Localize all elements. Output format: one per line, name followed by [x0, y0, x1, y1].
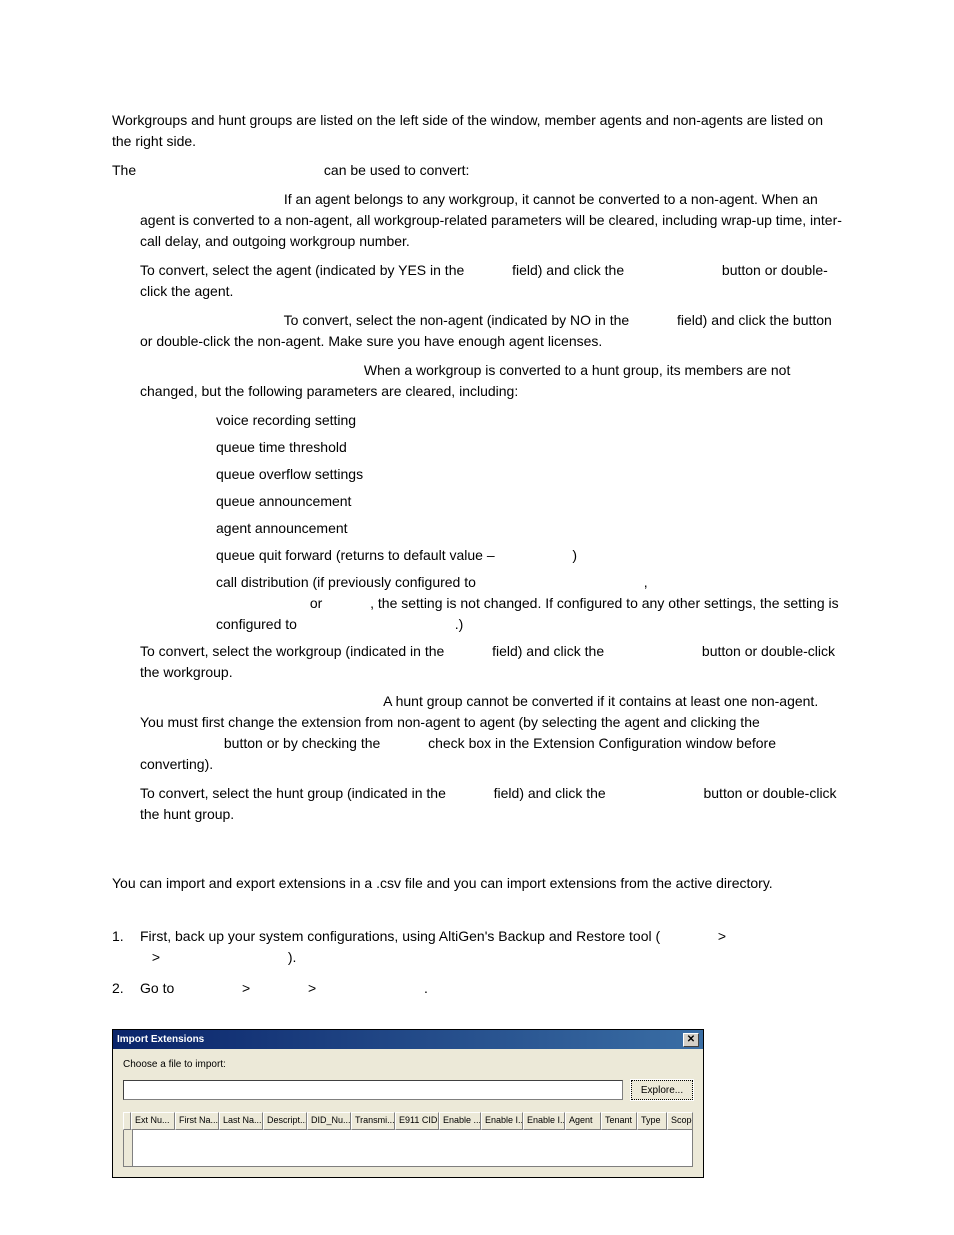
text: call distribution (if previously configu… [216, 574, 480, 590]
col-first-name[interactable]: First Na... [175, 1112, 219, 1130]
text: button or by checking the [224, 735, 384, 751]
paragraph: To convert, select the workgroup (indica… [140, 641, 842, 683]
paragraph: To convert, select the hunt group (indic… [140, 783, 842, 825]
text: ) [572, 547, 577, 563]
text: queue quit forward (returns to default v… [216, 547, 499, 563]
text: field) and click the [512, 262, 628, 278]
text: When a workgroup is converted to a hunt … [140, 362, 790, 399]
text: To convert, select the workgroup (indica… [140, 643, 448, 659]
col-enable-3[interactable]: Enable I... [523, 1112, 565, 1130]
text: Go to [140, 980, 178, 996]
col-e911-cid[interactable]: E911 CID [395, 1112, 439, 1130]
list-item: queue quit forward (returns to default v… [216, 545, 842, 566]
list-number: 2. [112, 978, 140, 999]
choose-file-label: Choose a file to import: [123, 1057, 693, 1072]
col-enable-2[interactable]: Enable I... [481, 1112, 523, 1130]
text: . [424, 980, 428, 996]
text: First, back up your system configuration… [140, 928, 660, 944]
paragraph: A hunt group cannot be converted if it c… [140, 691, 842, 775]
paragraph: You can import and export extensions in … [112, 873, 842, 894]
text: > [242, 980, 254, 996]
list-item: queue time threshold [216, 437, 842, 458]
col-scope[interactable]: Scope [667, 1112, 693, 1130]
bullet-list: voice recording setting queue time thres… [216, 410, 842, 635]
paragraph: To convert, select the non-agent (indica… [140, 310, 842, 352]
table-body[interactable] [123, 1130, 693, 1167]
text: > [308, 980, 320, 996]
file-path-input[interactable] [123, 1080, 623, 1100]
list-item: queue overflow settings [216, 464, 842, 485]
paragraph: If an agent belongs to any workgroup, it… [140, 189, 842, 252]
import-extensions-dialog: Import Extensions ✕ Choose a file to imp… [112, 1029, 704, 1178]
col-descript[interactable]: Descript... [263, 1112, 307, 1130]
text: field) and click the [677, 312, 793, 328]
col-tenant[interactable]: Tenant [601, 1112, 637, 1130]
text: A hunt group cannot be converted if it c… [140, 693, 818, 730]
text: ). [288, 949, 297, 965]
ordered-list: 1. First, back up your system configurat… [112, 926, 842, 999]
col-last-name[interactable]: Last Na... [219, 1112, 263, 1130]
explore-button[interactable]: Explore... [631, 1080, 693, 1100]
text: To convert, select the hunt group (indic… [140, 785, 450, 801]
text: If an agent belongs to any workgroup, it… [140, 191, 842, 249]
list-item: 1. First, back up your system configurat… [112, 926, 842, 968]
paragraph: To convert, select the agent (indicated … [140, 260, 842, 302]
paragraph: Workgroups and hunt groups are listed on… [112, 110, 842, 152]
text: field) and click the [494, 785, 610, 801]
col-type[interactable]: Type [637, 1112, 667, 1130]
col-did-num[interactable]: DID_Nu... [307, 1112, 351, 1130]
text: can be used to convert: [324, 162, 470, 178]
text: The [112, 162, 140, 178]
text: .) [455, 616, 464, 632]
col-enable-1[interactable]: Enable ... [439, 1112, 481, 1130]
text: To convert, select the agent (indicated … [140, 262, 468, 278]
text: field) and click the [492, 643, 608, 659]
col-transmi[interactable]: Transmi... [351, 1112, 395, 1130]
list-item: voice recording setting [216, 410, 842, 431]
list-number: 1. [112, 926, 140, 968]
close-button[interactable]: ✕ [683, 1033, 699, 1047]
col-ext-num[interactable]: Ext Nu... [131, 1112, 175, 1130]
table-header: Ext Nu... First Na... Last Na... Descrip… [123, 1112, 693, 1130]
text: To convert, select the non-agent (indica… [284, 312, 633, 328]
paragraph: When a workgroup is converted to a hunt … [140, 360, 842, 402]
list-item: agent announcement [216, 518, 842, 539]
list-item: queue announcement [216, 491, 842, 512]
list-item: call distribution (if previously configu… [216, 572, 842, 635]
text: > [718, 928, 726, 944]
list-item: 2. Go to > > . [112, 978, 842, 999]
text: or [310, 595, 326, 611]
col-agent[interactable]: Agent [565, 1112, 601, 1130]
text: , [644, 574, 648, 590]
paragraph: The can be used to convert: [112, 160, 842, 181]
dialog-titlebar: Import Extensions ✕ [113, 1030, 703, 1049]
text: > [152, 949, 164, 965]
dialog-title: Import Extensions [117, 1032, 204, 1047]
